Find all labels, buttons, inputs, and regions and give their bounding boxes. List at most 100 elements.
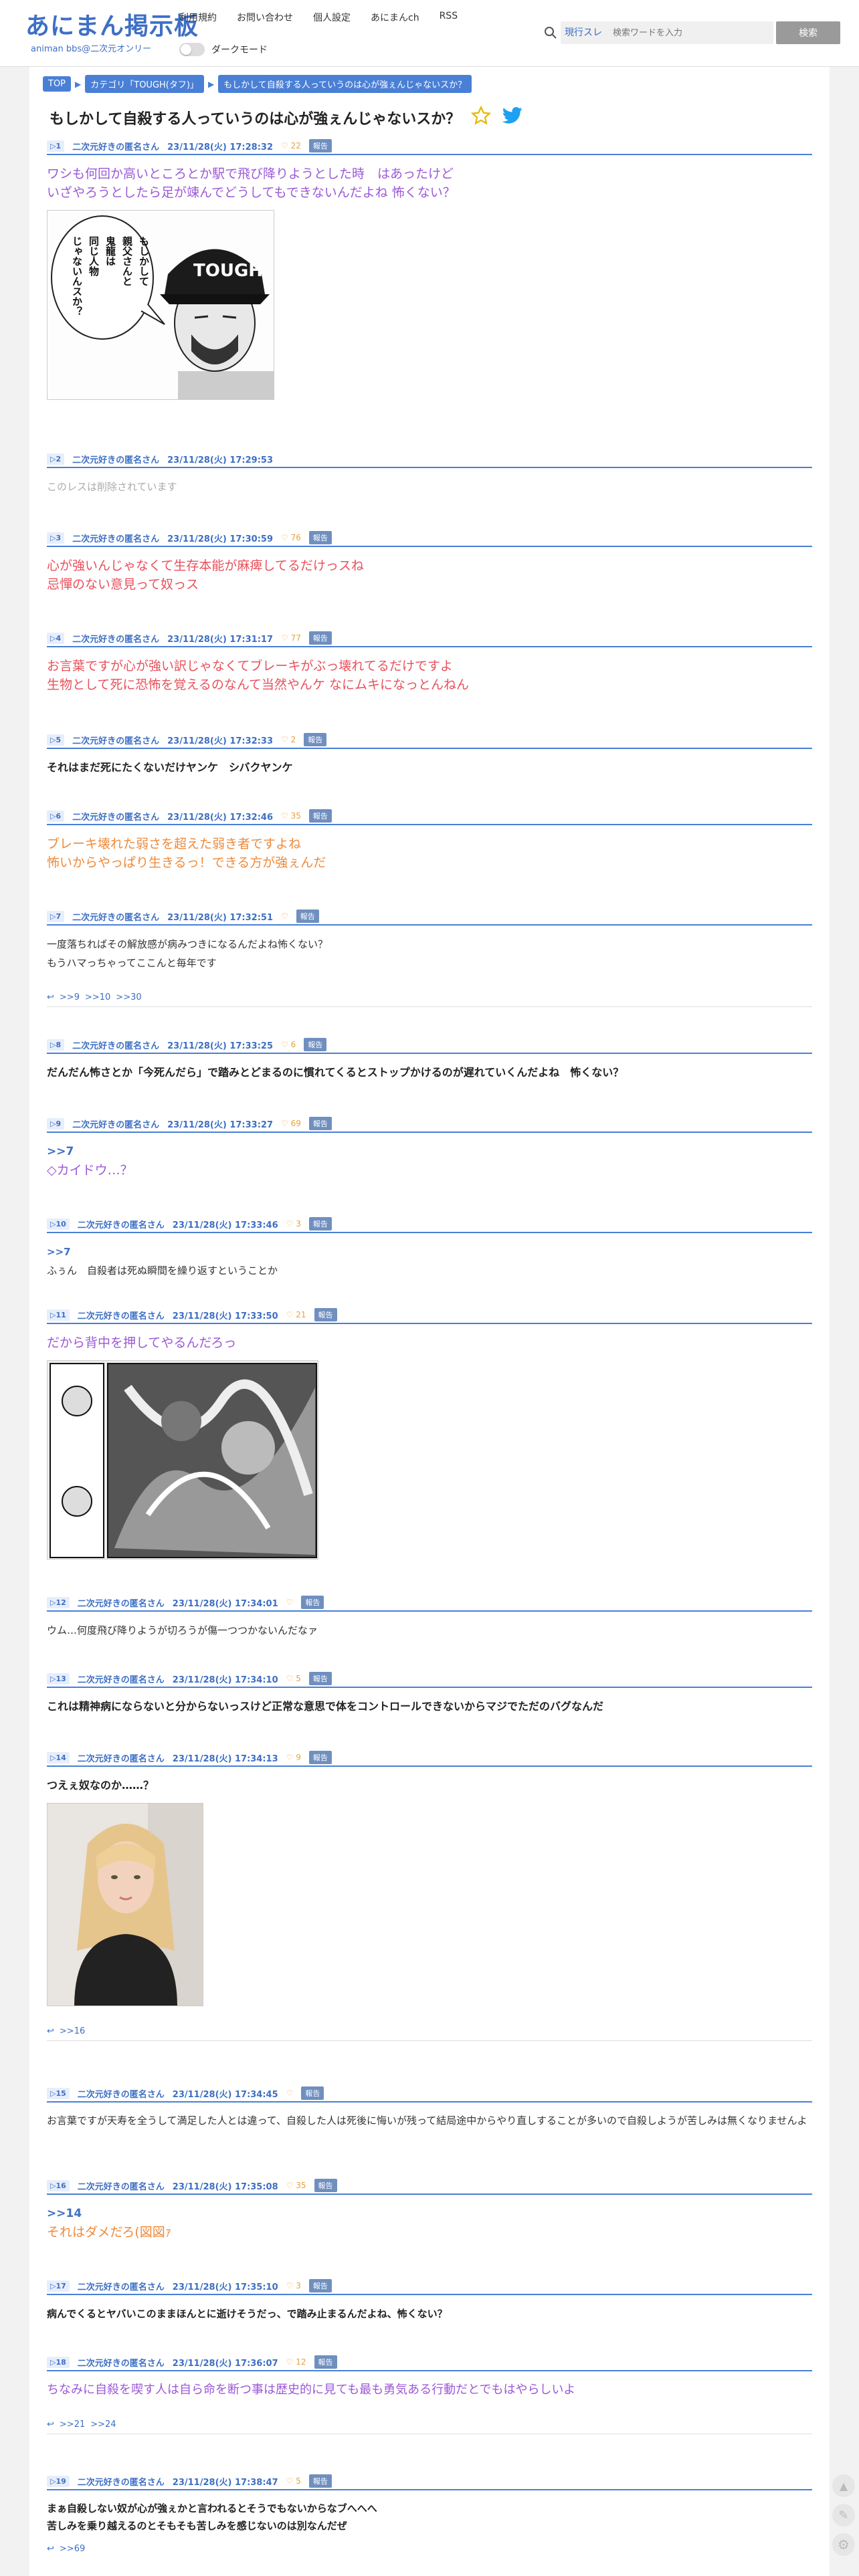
like-button[interactable]: ♡ 12 bbox=[286, 2357, 306, 2367]
post-number[interactable]: ▷12 bbox=[47, 1596, 70, 1608]
breadcrumb-category[interactable]: カテゴリ「TOUGH(タフ)」 bbox=[85, 75, 204, 93]
post-number[interactable]: ▷4 bbox=[47, 632, 65, 644]
reply-link[interactable]: >>9 bbox=[60, 992, 80, 1002]
report-button[interactable]: 報告 bbox=[308, 1117, 332, 1130]
report-button[interactable]: 報告 bbox=[308, 1672, 332, 1685]
post-7: ▷7 二次元好きの匿名さん 23/11/28(火) 17:32:51 ♡ 報告 … bbox=[47, 909, 812, 1007]
like-button[interactable]: ♡ 35 bbox=[286, 2181, 306, 2190]
report-button[interactable]: 報告 bbox=[301, 1596, 324, 1609]
breadcrumb-thread[interactable]: もしかして自殺する人っていうのは心が強ぇんじゃないスか？ bbox=[218, 75, 472, 93]
scroll-top-button[interactable]: ▲ bbox=[832, 2474, 855, 2497]
post-number[interactable]: ▷19 bbox=[47, 2475, 70, 2487]
site-logo[interactable]: あにまん掲示板 animan bbs@二次元オンリー bbox=[25, 13, 199, 55]
report-button[interactable]: 報告 bbox=[314, 2355, 337, 2369]
report-button[interactable]: 報告 bbox=[308, 1751, 332, 1764]
like-button[interactable]: ♡ 76 bbox=[281, 533, 301, 542]
report-button[interactable]: 報告 bbox=[301, 2086, 324, 2100]
post-body: ウム…何度飛び降りようが切ろうが傷一つつかないんだなァ bbox=[47, 1621, 812, 1640]
reply-link[interactable]: >>16 bbox=[60, 2026, 85, 2036]
post-number[interactable]: ▷8 bbox=[47, 1039, 65, 1051]
nav-settings[interactable]: 個人設定 bbox=[313, 11, 351, 24]
write-reply-button[interactable]: ✎ bbox=[832, 2504, 855, 2527]
like-button[interactable]: ♡ 22 bbox=[281, 141, 301, 150]
reply-links: ↩ >>21 >>24 bbox=[47, 2420, 812, 2434]
like-button[interactable]: ♡ 5 bbox=[286, 2476, 301, 2486]
nav-terms[interactable]: 利用規約 bbox=[179, 11, 217, 24]
like-button[interactable]: ♡ bbox=[286, 1598, 294, 1607]
settings-button[interactable]: ⚙ bbox=[832, 2533, 855, 2556]
post-line: 怖いからやっぱり生きるっ！できる方が強ぇんだ bbox=[47, 855, 326, 870]
like-button[interactable]: ♡ 2 bbox=[281, 735, 296, 744]
search-button[interactable]: 検索 bbox=[776, 21, 840, 44]
like-button[interactable]: ♡ bbox=[281, 911, 288, 921]
post-number[interactable]: ▷11 bbox=[47, 1309, 70, 1321]
dark-mode-label: ダークモード bbox=[211, 45, 268, 56]
reply-link[interactable]: >>69 bbox=[60, 2544, 85, 2554]
poster-name: 二次元好きの匿名さん bbox=[72, 1119, 160, 1130]
like-button[interactable]: ♡ 21 bbox=[286, 1310, 306, 1319]
search-input[interactable] bbox=[607, 21, 773, 44]
post-number[interactable]: ▷1 bbox=[47, 140, 65, 152]
dark-mode-toggle[interactable]: ダークモード bbox=[179, 43, 268, 56]
post-header: ▷2 二次元好きの匿名さん 23/11/28(火) 17:29:53 bbox=[47, 453, 812, 468]
post-number[interactable]: ▷10 bbox=[47, 1218, 70, 1230]
post-number[interactable]: ▷7 bbox=[47, 910, 65, 922]
post-image[interactable]: TOUGH もしかして 親父さんと 鬼龍は 同じ人物 じゃないんスか？ bbox=[47, 210, 274, 400]
search-scope-select[interactable]: 現行スレ bbox=[561, 21, 607, 44]
anchor-link[interactable]: >>14 bbox=[47, 2204, 812, 2223]
nav-contact[interactable]: お問い合わせ bbox=[237, 11, 293, 24]
like-button[interactable]: ♡ 35 bbox=[281, 811, 301, 821]
reply-link[interactable]: >>30 bbox=[116, 992, 141, 1002]
post-number[interactable]: ▷18 bbox=[47, 2356, 70, 2368]
report-button[interactable]: 報告 bbox=[308, 2279, 332, 2292]
post-number[interactable]: ▷2 bbox=[47, 453, 65, 465]
report-button[interactable]: 報告 bbox=[314, 1308, 337, 1321]
like-button[interactable]: ♡ 69 bbox=[281, 1119, 301, 1128]
like-button[interactable]: ♡ 3 bbox=[286, 2281, 301, 2290]
report-button[interactable]: 報告 bbox=[308, 1217, 332, 1230]
post-number[interactable]: ▷15 bbox=[47, 2087, 70, 2099]
post-header: ▷1 二次元好きの匿名さん 23/11/28(火) 17:28:32 ♡ 22 … bbox=[47, 139, 812, 155]
gear-icon: ⚙ bbox=[838, 2537, 850, 2553]
post-header: ▷5 二次元好きの匿名さん 23/11/28(火) 17:32:33 ♡ 2 報… bbox=[47, 733, 812, 749]
post-number[interactable]: ▷5 bbox=[47, 734, 65, 746]
report-button[interactable]: 報告 bbox=[308, 809, 332, 823]
report-button[interactable]: 報告 bbox=[314, 2179, 337, 2192]
toggle-switch[interactable] bbox=[179, 43, 205, 56]
like-button[interactable]: ♡ 6 bbox=[281, 1040, 296, 1049]
anchor-link[interactable]: >>7 bbox=[47, 1243, 812, 1261]
reply-link[interactable]: >>10 bbox=[85, 992, 110, 1002]
breadcrumb-top[interactable]: TOP bbox=[43, 76, 72, 92]
post-image[interactable] bbox=[47, 1360, 318, 1560]
anchor-link[interactable]: >>7 bbox=[47, 1142, 812, 1161]
like-button[interactable]: ♡ bbox=[286, 2088, 294, 2098]
nav-rss[interactable]: RSS bbox=[440, 11, 458, 24]
post-number[interactable]: ▷14 bbox=[47, 1751, 70, 1763]
post-date: 23/11/28(火) 17:38:47 bbox=[172, 2477, 278, 2488]
reply-link[interactable]: >>21 bbox=[60, 2420, 85, 2430]
like-button[interactable]: ♡ 5 bbox=[286, 1674, 301, 1683]
report-button[interactable]: 報告 bbox=[304, 733, 327, 746]
post-number[interactable]: ▷3 bbox=[47, 532, 65, 544]
report-button[interactable]: 報告 bbox=[308, 139, 332, 152]
nav-animanch[interactable]: あにまんch bbox=[371, 11, 419, 24]
like-button[interactable]: ♡ 3 bbox=[286, 1219, 301, 1228]
post-number[interactable]: ▷9 bbox=[47, 1117, 65, 1130]
report-button[interactable]: 報告 bbox=[304, 1038, 327, 1051]
favorite-star-icon[interactable] bbox=[471, 105, 492, 130]
post-line: だんだん怖さとか「今死んだら」で踏みとどまるのに慣れてくるとストップかけるのが遅… bbox=[47, 1066, 624, 1079]
post-number[interactable]: ▷13 bbox=[47, 1673, 70, 1685]
like-button[interactable]: ♡ 77 bbox=[281, 633, 301, 643]
post-image[interactable] bbox=[47, 1803, 203, 2006]
twitter-share-icon[interactable] bbox=[502, 106, 523, 129]
like-button[interactable]: ♡ 9 bbox=[286, 1753, 301, 1762]
post-number[interactable]: ▷16 bbox=[47, 2179, 70, 2191]
post-date: 23/11/28(火) 17:36:07 bbox=[172, 2358, 278, 2369]
report-button[interactable]: 報告 bbox=[296, 909, 319, 923]
reply-link[interactable]: >>24 bbox=[90, 2420, 116, 2430]
post-number[interactable]: ▷6 bbox=[47, 810, 65, 822]
report-button[interactable]: 報告 bbox=[308, 631, 332, 645]
report-button[interactable]: 報告 bbox=[308, 531, 332, 544]
post-number[interactable]: ▷17 bbox=[47, 2280, 70, 2292]
report-button[interactable]: 報告 bbox=[308, 2474, 332, 2488]
